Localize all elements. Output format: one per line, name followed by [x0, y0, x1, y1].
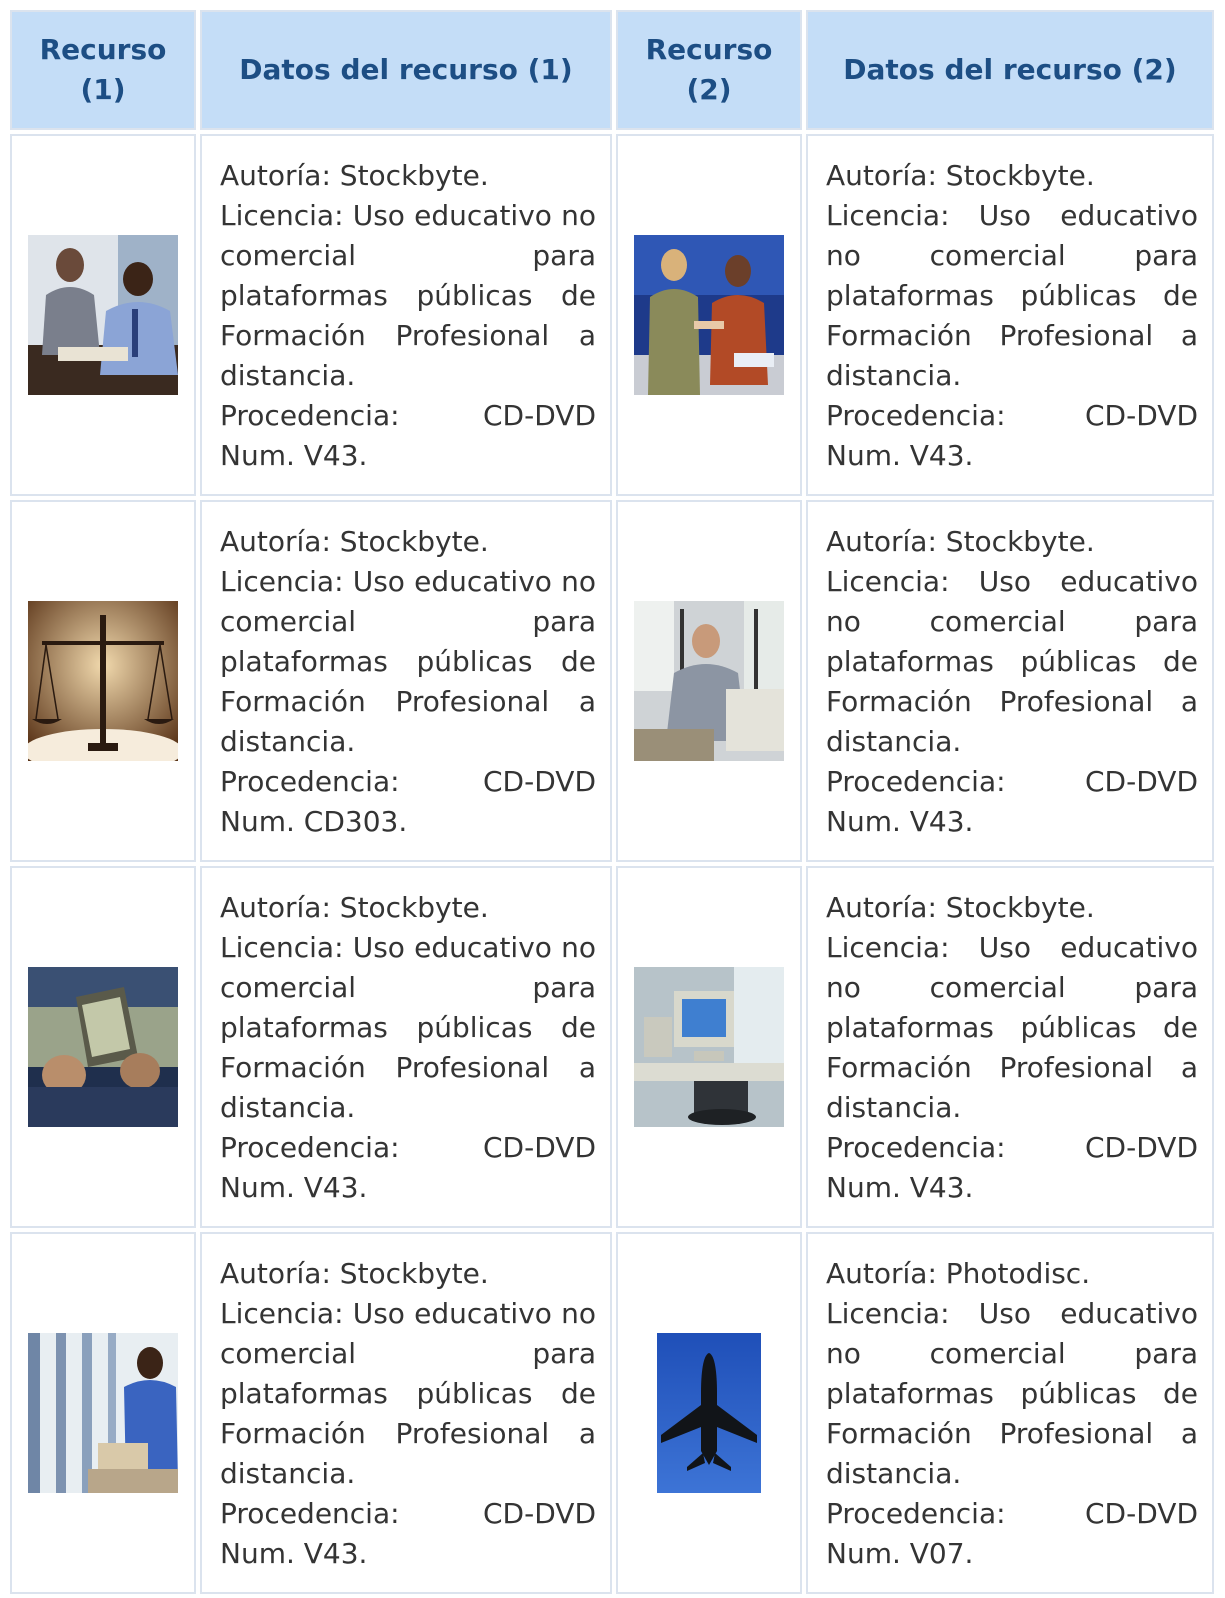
autoria-text: Autoría: Stockbyte. [826, 159, 1095, 192]
autoria-text: Autoría: Stockbyte. [826, 891, 1095, 924]
licencia-text: Licencia: Uso educativo no comercial par… [220, 1297, 596, 1490]
autoria-text: Autoría: Stockbyte. [220, 525, 489, 558]
resources-table: Recurso (1) Datos del recurso (1) Recurs… [6, 6, 1218, 1598]
header-datos-recurso-2: Datos del recurso (2) [806, 10, 1214, 130]
autoria-text: Autoría: Stockbyte. [220, 1257, 489, 1290]
autoria-text: Autoría: Photodisc. [826, 1257, 1091, 1290]
scales-of-justice-photo [28, 601, 178, 761]
resource-data-cell: Autoría: Photodisc. Licencia: Uso educat… [806, 1232, 1214, 1594]
resource-data-cell: Autoría: Stockbyte. Licencia: Uso educat… [806, 500, 1214, 862]
header-recurso-2: Recurso (2) [616, 10, 802, 130]
procedencia-text: Procedencia: CD-DVD Num. V07. [826, 1497, 1198, 1570]
resource-data-cell: Autoría: Stockbyte. Licencia: Uso educat… [200, 134, 612, 496]
header-recurso-1: Recurso (1) [10, 10, 196, 130]
licencia-text: Licencia: Uso educativo no comercial par… [220, 931, 596, 1124]
people-reviewing-documents-photo [28, 235, 178, 395]
procedencia-text: Procedencia: CD-DVD Num. V43. [220, 1131, 596, 1204]
resource-image-cell [616, 866, 802, 1228]
airplane-from-below-photo [657, 1333, 761, 1493]
resource-data-cell: Autoría: Stockbyte. Licencia: Uso educat… [200, 866, 612, 1228]
procedencia-text: Procedencia: CD-DVD Num. CD303. [220, 765, 596, 838]
resource-image-cell [10, 134, 196, 496]
man-at-computer-photo [634, 601, 784, 761]
procedencia-text: Procedencia: CD-DVD Num. V43. [826, 765, 1198, 838]
resource-data-cell: Autoría: Stockbyte. Licencia: Uso educat… [200, 1232, 612, 1594]
hands-holding-handheld-device-photo [28, 967, 178, 1127]
licencia-text: Licencia: Uso educativo no comercial par… [826, 1297, 1198, 1490]
people-handshake-office-photo [634, 235, 784, 395]
header-row: Recurso (1) Datos del recurso (1) Recurs… [10, 10, 1214, 130]
header-datos-recurso-1: Datos del recurso (1) [200, 10, 612, 130]
resource-image-cell [10, 866, 196, 1228]
autoria-text: Autoría: Stockbyte. [220, 159, 489, 192]
man-reading-by-window-photo [28, 1333, 178, 1493]
office-desk-computer-photo [634, 967, 784, 1127]
resource-data-cell: Autoría: Stockbyte. Licencia: Uso educat… [806, 866, 1214, 1228]
resource-image-cell [616, 134, 802, 496]
autoria-text: Autoría: Stockbyte. [220, 891, 489, 924]
table-row: Autoría: Stockbyte. Licencia: Uso educat… [10, 500, 1214, 862]
table-row: Autoría: Stockbyte. Licencia: Uso educat… [10, 1232, 1214, 1594]
licencia-text: Licencia: Uso educativo no comercial par… [220, 565, 596, 758]
resource-image-cell [10, 1232, 196, 1594]
resource-image-cell [616, 500, 802, 862]
licencia-text: Licencia: Uso educativo no comercial par… [826, 199, 1198, 392]
procedencia-text: Procedencia: CD-DVD Num. V43. [220, 399, 596, 472]
procedencia-text: Procedencia: CD-DVD Num. V43. [826, 1131, 1198, 1204]
procedencia-text: Procedencia: CD-DVD Num. V43. [826, 399, 1198, 472]
resource-image-cell [616, 1232, 802, 1594]
table-row: Autoría: Stockbyte. Licencia: Uso educat… [10, 134, 1214, 496]
licencia-text: Licencia: Uso educativo no comercial par… [826, 931, 1198, 1124]
resource-data-cell: Autoría: Stockbyte. Licencia: Uso educat… [806, 134, 1214, 496]
table-row: Autoría: Stockbyte. Licencia: Uso educat… [10, 866, 1214, 1228]
resource-data-cell: Autoría: Stockbyte. Licencia: Uso educat… [200, 500, 612, 862]
licencia-text: Licencia: Uso educativo no comercial par… [220, 199, 596, 392]
licencia-text: Licencia: Uso educativo no comercial par… [826, 565, 1198, 758]
procedencia-text: Procedencia: CD-DVD Num. V43. [220, 1497, 596, 1570]
resource-image-cell [10, 500, 196, 862]
autoria-text: Autoría: Stockbyte. [826, 525, 1095, 558]
